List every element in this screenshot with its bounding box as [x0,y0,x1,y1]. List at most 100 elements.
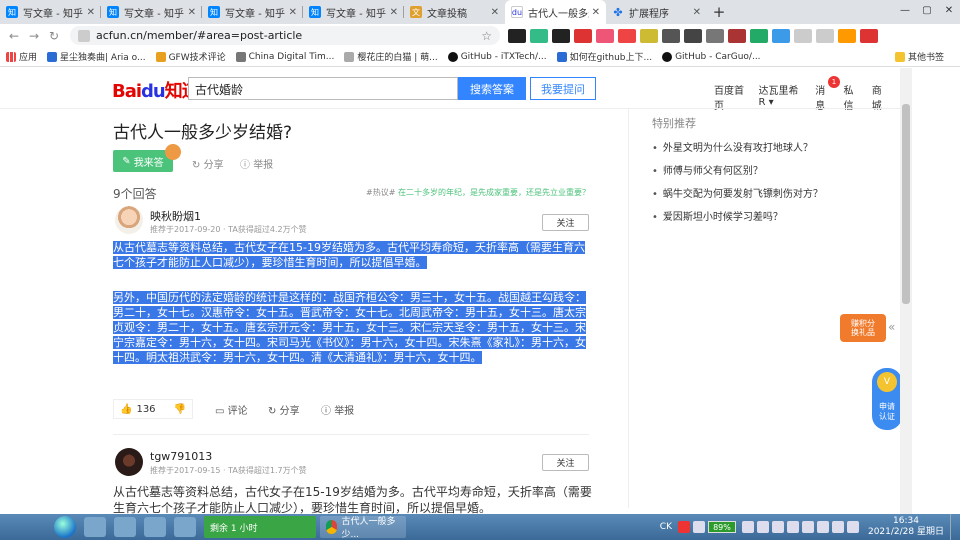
tray-icon[interactable] [741,521,754,533]
page-scrollbar[interactable] [900,68,912,514]
close-icon[interactable]: ✕ [693,7,701,18]
back-icon[interactable]: ← [4,29,24,43]
extension-icon[interactable] [574,28,592,43]
avatar[interactable] [115,206,143,234]
site-info-icon[interactable] [78,29,90,42]
share-button[interactable]: ↻ 分享 [268,402,300,417]
address-bar[interactable]: acfun.cn/member/#area=post-article ☆ [70,26,500,45]
bookmark-item[interactable]: 星尘独奏曲| Aria o... [47,50,146,63]
thumbs-down-icon[interactable]: 👎 [174,404,186,415]
close-window-icon[interactable]: ✕ [938,0,960,20]
download-icon[interactable] [684,28,702,43]
apply-certification-banner[interactable]: V 申请 认证 [872,368,900,430]
tab-baidu-question[interactable]: du 古代人一般多少岁✕ [505,0,606,24]
tray-icon[interactable] [771,521,784,533]
tab-zhihu-3[interactable]: 知写文章 - 知乎 ✕ [202,0,303,24]
extension-icon[interactable] [596,28,614,43]
extension-icon[interactable] [772,28,790,43]
profile-avatar[interactable] [838,28,856,43]
points-reward-banner[interactable]: 赚积分 换礼品 [840,314,886,342]
extension-icon[interactable] [750,28,768,43]
follow-button[interactable]: 关注 [542,214,589,231]
explorer-icon[interactable] [84,517,106,537]
app-icon[interactable] [114,517,136,537]
question-report[interactable]: ⓘ 举报 [240,156,273,171]
bookmark-item[interactable]: GitHub - CarGuo/... [662,51,761,62]
baidu-zhidao-logo[interactable]: Baidu知道 [112,77,200,103]
follow-button[interactable]: 关注 [542,454,589,471]
close-icon[interactable]: ✕ [188,7,196,18]
ask-button[interactable]: 我要提问 [530,77,596,100]
input-method[interactable]: CK [660,522,672,532]
extension-icon[interactable] [640,28,658,43]
app-icon[interactable] [174,517,196,537]
start-button[interactable] [54,516,76,538]
forward-icon[interactable]: → [24,29,44,43]
extension-icon[interactable] [552,28,570,43]
recommend-item[interactable]: 外星文明为什么没有攻打地球人？ [652,139,823,154]
bookmark-item[interactable]: China Digital Tim... [235,51,334,62]
close-icon[interactable]: ✕ [87,7,95,18]
bookmark-other[interactable]: 其他书签 [894,50,944,63]
tab-article-submit[interactable]: 文文章投稿 ✕ [404,0,505,24]
thumbs-up-icon[interactable]: 👍 [120,404,132,415]
question-share[interactable]: ↻ 分享 [192,156,224,171]
bookmark-apps[interactable]: 应用 [6,50,37,63]
hot-topic-link[interactable]: #热议# 在二十多岁的年纪，是先成家重要，还是先立业重要？ [366,187,590,198]
tray-icon[interactable] [756,521,769,533]
search-button[interactable]: 搜索答案 [458,77,526,100]
tab-zhihu-4[interactable]: 知写文章 - 知乎 ✕ [303,0,404,24]
recommend-item[interactable]: 爱因斯坦小时候学习差吗？ [652,208,823,223]
extension-icon[interactable] [728,28,746,43]
close-icon[interactable]: ✕ [592,7,600,18]
timer-task[interactable]: 剩余 1 小时 [204,516,316,538]
maximize-icon[interactable]: ▢ [916,0,938,20]
app-icon[interactable] [144,517,166,537]
minimize-icon[interactable]: — [894,0,916,20]
tab-extensions[interactable]: ✤ 扩展程序 ✕ [606,0,707,24]
recommend-item[interactable]: 师傅与师父有何区别？ [652,162,823,177]
tab-zhihu-2[interactable]: 知写文章 - 知乎 ✕ [101,0,202,24]
extension-icon[interactable] [794,28,812,43]
extension-icon[interactable] [816,28,834,43]
tray-icon[interactable] [786,521,799,533]
tray-icon[interactable] [692,521,705,533]
new-tab-button[interactable]: + [707,0,731,24]
update-icon[interactable] [860,28,878,43]
extension-icon[interactable] [508,28,526,43]
reload-icon[interactable]: ↻ [44,29,64,43]
avatar[interactable] [115,448,143,476]
bookmark-item[interactable]: GitHub - iTXTech/... [447,51,547,62]
logo-text: Bai [112,81,142,102]
bookmark-item[interactable]: 樱花庄的白猫 | 萌... [344,50,438,63]
close-icon[interactable]: ✕ [289,7,297,18]
comment-button[interactable]: ▭ 评论 [215,402,248,417]
network-icon[interactable] [831,521,844,533]
extension-icon[interactable] [706,28,724,43]
chrome-task[interactable]: 古代人一般多少... [320,516,406,540]
answer-button[interactable]: ✎ 我来答 [113,144,181,172]
bookmark-item[interactable]: GFW技术评论 [155,50,226,63]
answer1-username[interactable]: 映秋盼烟1 [150,208,201,224]
bluetooth-icon[interactable] [801,521,814,533]
recommend-item[interactable]: 蜗牛交配为何要发射飞镖刺伤对方？ [652,185,823,200]
answer2-username[interactable]: tgw791013 [150,450,212,463]
extension-icon[interactable] [618,28,636,43]
show-desktop-button[interactable] [950,514,960,540]
tab-zhihu-1[interactable]: 知写文章 - 知乎 ✕ [0,0,101,24]
battery-indicator[interactable]: 89% [707,521,736,533]
bookmark-item[interactable]: 如何在github上下... [556,50,652,63]
scrollbar-thumb[interactable] [902,104,910,304]
extension-icon[interactable] [530,28,548,43]
extension-icon[interactable] [662,28,680,43]
close-icon[interactable]: ✕ [491,7,499,18]
clock[interactable]: 16:34 2021/2/28 星期日 [868,516,944,538]
chevron-left-icon[interactable]: « [888,320,895,334]
tray-icon[interactable] [677,521,690,533]
close-icon[interactable]: ✕ [390,7,398,18]
report-button[interactable]: ⓘ 举报 [321,402,354,417]
volume-icon[interactable] [846,521,859,533]
search-input[interactable]: 古代婚龄 [188,77,458,100]
star-icon[interactable]: ☆ [481,29,492,43]
tray-icon[interactable] [816,521,829,533]
